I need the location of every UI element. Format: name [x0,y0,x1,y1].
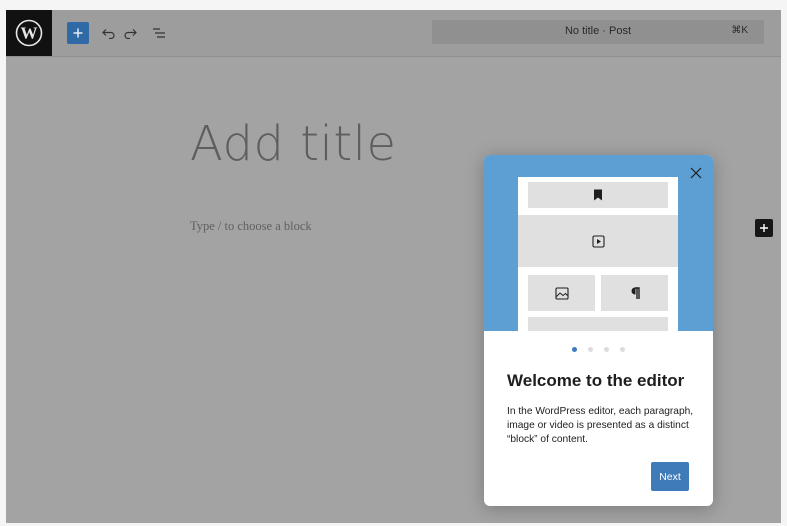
plus-icon [760,224,768,232]
page-dot-2[interactable] [588,347,593,352]
mockup-video-block [518,215,678,267]
page-dot-1[interactable] [572,347,577,352]
next-button[interactable]: Next [651,462,689,491]
list-view-icon [153,28,165,38]
redo-icon [124,29,137,39]
welcome-guide-illustration [484,155,713,331]
welcome-guide-modal: Welcome to the editor In the WordPress e… [484,155,713,506]
mockup-image-block [528,275,595,311]
document-title: No title · Post [564,25,632,37]
document-overview-button[interactable] [149,23,169,43]
image-icon [554,286,569,300]
plus-icon [73,28,83,38]
bookmark-icon [594,189,602,201]
post-title-input[interactable]: Add title [190,116,397,172]
undo-icon [102,29,115,39]
editor-frame: W No title · Post ⌘K Add title Type / to… [6,10,781,523]
video-icon [591,234,605,248]
block-inserter-button[interactable] [755,219,773,237]
command-shortcut: ⌘K [731,25,748,36]
close-button[interactable] [686,163,706,183]
paragraph-icon [631,286,640,299]
page-dot-4[interactable] [620,347,625,352]
wordpress-icon: W [15,19,43,47]
svg-text:W: W [21,24,38,43]
block-layout-mockup [518,177,678,331]
redo-button[interactable] [121,23,141,43]
undo-button[interactable] [98,23,118,43]
mockup-heading-block [528,182,668,208]
welcome-description: In the WordPress editor, each paragraph,… [507,406,694,445]
mockup-footer-block [528,317,668,331]
editor-header: W No title · Post ⌘K [6,10,781,57]
mockup-paragraph-block [601,275,668,311]
wordpress-logo-button[interactable]: W [6,10,52,56]
close-icon [690,167,702,179]
page-indicator [484,347,713,352]
welcome-heading: Welcome to the editor [507,371,685,390]
add-block-button[interactable] [67,22,89,44]
command-palette-bar[interactable]: No title · Post ⌘K [432,20,764,44]
block-placeholder[interactable]: Type / to choose a block [190,219,312,234]
page-dot-3[interactable] [604,347,609,352]
